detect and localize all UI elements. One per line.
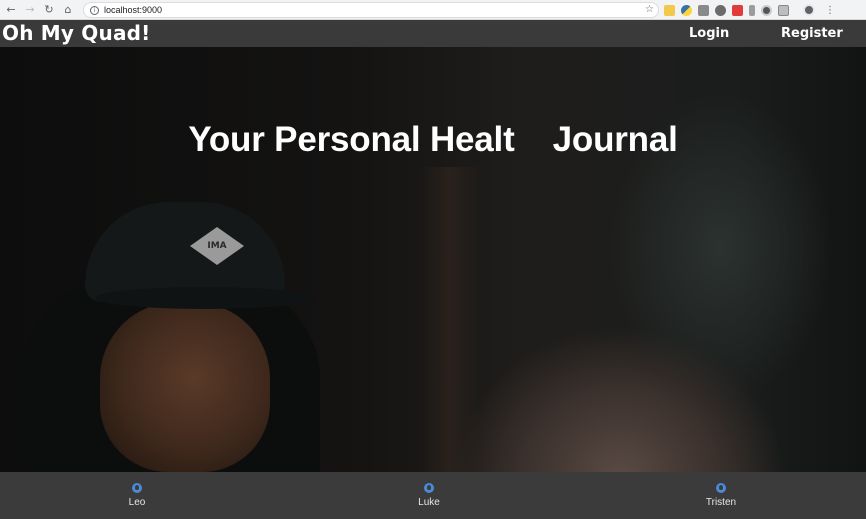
red-extension-icon[interactable] — [732, 4, 743, 16]
home-icon[interactable]: ⌂ — [60, 2, 76, 18]
credit-name[interactable]: Tristen — [706, 497, 736, 508]
back-icon[interactable]: ← — [3, 2, 19, 18]
info-icon[interactable]: i — [90, 5, 99, 15]
credit-name[interactable]: Luke — [418, 497, 440, 508]
github-icon[interactable] — [424, 483, 434, 493]
profile-avatar-icon[interactable] — [803, 4, 815, 16]
hero-background-door — [420, 167, 480, 472]
python-extension-icon[interactable] — [681, 4, 692, 16]
login-link[interactable]: Login — [689, 20, 729, 47]
github-icon[interactable] — [716, 483, 726, 493]
react-extension-icon[interactable] — [761, 4, 772, 16]
extensions-bar: ⋮ — [664, 3, 835, 17]
url-text[interactable]: localhost:9000 — [104, 5, 162, 15]
register-link[interactable]: Register — [781, 20, 843, 47]
hero-face — [100, 302, 270, 472]
hero-section: IMA Your Personal Healt Journal — [0, 47, 866, 472]
site-header: Oh My Quad! Login Register — [0, 20, 866, 47]
note-extension-icon[interactable] — [664, 4, 675, 16]
browser-menu-icon[interactable]: ⋮ — [825, 5, 835, 16]
forward-icon[interactable]: → — [22, 2, 38, 18]
hero-title: Your Personal Healt Journal — [188, 120, 678, 159]
browser-toolbar: ← → ↻ ⌂ i localhost:9000 ☆ ⋮ — [0, 0, 866, 20]
footer: Leo Luke Tristen — [0, 472, 866, 519]
square-extension-icon[interactable] — [778, 4, 789, 16]
credit-name[interactable]: Leo — [129, 497, 146, 508]
credit-tristen[interactable]: Tristen — [681, 472, 761, 519]
credit-leo[interactable]: Leo — [97, 472, 177, 519]
gray-extension-icon[interactable] — [698, 4, 709, 16]
brand-logo[interactable]: Oh My Quad! — [2, 20, 150, 47]
reload-icon[interactable]: ↻ — [41, 2, 57, 18]
cast-extension-icon[interactable] — [715, 4, 726, 16]
puzzle-extension-icon[interactable] — [749, 4, 755, 16]
credit-luke[interactable]: Luke — [389, 472, 469, 519]
cap-logo-text: IMA — [207, 241, 227, 251]
hero-cap-brim — [95, 287, 315, 309]
address-bar[interactable]: i localhost:9000 ☆ — [83, 2, 659, 18]
github-icon[interactable] — [132, 483, 142, 493]
bookmark-star-icon[interactable]: ☆ — [645, 4, 654, 15]
